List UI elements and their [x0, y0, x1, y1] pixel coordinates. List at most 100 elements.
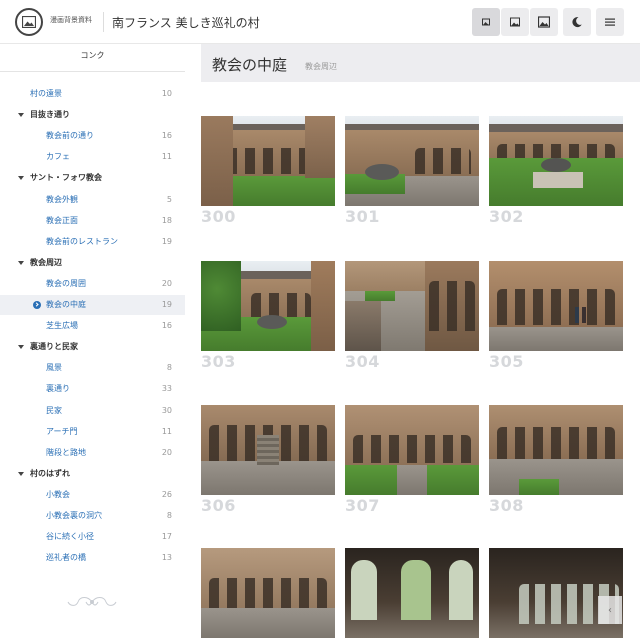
site-name[interactable]: 漫画背景資料	[50, 15, 92, 25]
sidebar-item[interactable]: 民家 30	[0, 401, 185, 421]
photo-number: 303	[201, 352, 236, 371]
sidebar-item-label: 小教会裏の洞穴	[46, 511, 102, 520]
current-chevron-icon	[33, 301, 41, 309]
sidebar-item-count: 30	[161, 405, 172, 415]
photo-thumbnail[interactable]	[345, 548, 479, 638]
page-breadcrumb[interactable]: 教会周辺	[305, 61, 337, 72]
header: 漫画背景資料 南フランス 美しき巡礼の村	[0, 0, 640, 44]
chevron-left-icon: ‹	[608, 604, 612, 616]
sidebar-item-label: 民家	[46, 405, 62, 415]
photo-number: 302	[489, 207, 524, 226]
moon-icon	[572, 17, 582, 28]
sidebar-group[interactable]: 裏通りと民家	[0, 337, 185, 357]
photo-number: 307	[345, 496, 380, 515]
sidebar-item[interactable]: 教会の中庭 19	[0, 295, 185, 315]
sidebar-item-label: 風景	[46, 363, 62, 373]
sidebar-item-count: 8	[166, 511, 172, 520]
thumbnail-small-button[interactable]	[472, 8, 500, 36]
photo-thumbnail[interactable]	[201, 548, 335, 638]
photo-thumbnail[interactable]	[345, 116, 479, 206]
sidebar-item-label: 村のはずれ	[30, 468, 70, 478]
sidebar-item-label: 巡礼者の橋	[46, 553, 86, 563]
sidebar-item[interactable]: 芝生広場 16	[0, 316, 185, 336]
caret-down-icon[interactable]	[18, 471, 24, 476]
photo-thumbnail[interactable]	[345, 261, 479, 351]
sidebar-item-label: 芝生広場	[46, 321, 78, 331]
photo-thumbnail[interactable]	[489, 261, 623, 351]
sidebar-item[interactable]: 谷に続く小径 17	[0, 527, 185, 547]
sidebar-item-count: 16	[161, 131, 172, 141]
menu-button[interactable]	[596, 8, 624, 36]
caret-down-icon[interactable]	[18, 176, 24, 181]
sidebar-item[interactable]: アーチ門 11	[0, 422, 185, 442]
sidebar-group[interactable]: 目抜き通り	[0, 105, 185, 125]
sidebar-heading[interactable]: コンク	[0, 44, 185, 72]
page-title: 教会の中庭	[212, 56, 288, 74]
sidebar-item-count: 20	[161, 278, 172, 288]
sidebar-item-count: 18	[161, 215, 172, 225]
sidebar-item-label: 教会外観	[46, 194, 78, 204]
sidebar-item[interactable]: 小教会 26	[0, 485, 185, 505]
photo-thumbnail[interactable]	[201, 405, 335, 495]
sidebar-item-label: 教会の中庭	[46, 300, 86, 309]
photo-number: 305	[489, 352, 524, 371]
photo-thumbnail[interactable]	[201, 261, 335, 351]
sidebar-item-count: 11	[161, 426, 172, 436]
sidebar-item-count: 33	[161, 384, 172, 394]
sidebar-item[interactable]: 階段と路地 20	[0, 443, 185, 463]
sidebar-item-count: 20	[161, 447, 172, 457]
sidebar: コンク 村の遠景 10 目抜き通り 教会前の通り 16 カフェ 11 サント・フォワ教会 教会外…	[0, 44, 185, 640]
sidebar-item[interactable]: カフェ 11	[0, 147, 185, 167]
sidebar-item-count: 11	[161, 152, 172, 162]
sidebar-item-label: 裏通り	[46, 384, 70, 394]
image-icon	[22, 16, 36, 28]
image-medium-icon	[510, 17, 520, 27]
header-divider	[103, 12, 104, 32]
sidebar-item[interactable]: 教会の周囲 20	[0, 274, 185, 294]
sidebar-item-label: 教会前の通り	[46, 131, 94, 141]
photo-thumbnail[interactable]	[489, 116, 623, 206]
sidebar-item[interactable]: 風景 8	[0, 358, 185, 378]
photo-thumbnail[interactable]	[201, 116, 335, 206]
photo-thumbnail[interactable]	[345, 405, 479, 495]
sidebar-group[interactable]: 村のはずれ	[0, 464, 185, 484]
sidebar-item-label: 裏通りと民家	[30, 342, 78, 352]
sidebar-item-label: 村の遠景	[30, 89, 62, 98]
sidebar-item[interactable]: 教会外観 5	[0, 190, 185, 210]
photo-number: 304	[345, 352, 380, 371]
photo-number: 306	[201, 496, 236, 515]
dark-mode-button[interactable]	[563, 8, 591, 36]
sidebar-item[interactable]: 教会前のレストラン 19	[0, 232, 185, 252]
scroll-left-button[interactable]: ‹	[598, 596, 622, 624]
caret-down-icon[interactable]	[18, 113, 24, 118]
sidebar-item[interactable]: 村の遠景 10	[0, 84, 185, 104]
sidebar-group[interactable]: 教会周辺	[0, 253, 185, 273]
sidebar-item-label: 教会周辺	[30, 257, 62, 267]
thumbnail-medium-button[interactable]	[501, 8, 529, 36]
photo-number: 308	[489, 496, 524, 515]
caret-down-icon[interactable]	[18, 345, 24, 350]
sidebar-item-count: 19	[161, 300, 172, 309]
sidebar-item-count: 10	[161, 89, 172, 98]
page-title-bar: 教会の中庭 教会周辺	[201, 44, 640, 82]
sidebar-item[interactable]: 裏通り 33	[0, 379, 185, 399]
sidebar-item-count: 17	[161, 532, 172, 542]
sidebar-item[interactable]: 教会正面 18	[0, 211, 185, 231]
site-logo-icon[interactable]	[15, 8, 43, 36]
photo-number: 300	[201, 207, 236, 226]
sidebar-group[interactable]: サント・フォワ教会	[0, 168, 185, 188]
sidebar-item[interactable]: 小教会裏の洞穴 8	[0, 506, 185, 526]
thumbnail-large-button[interactable]	[530, 8, 558, 36]
image-small-icon	[482, 18, 490, 26]
sidebar-item-label: アーチ門	[46, 426, 78, 436]
ornament-icon	[67, 597, 117, 606]
photo-thumbnail[interactable]	[489, 405, 623, 495]
photo-thumbnail[interactable]	[489, 548, 623, 638]
site-title[interactable]: 南フランス 美しき巡礼の村	[112, 14, 260, 31]
sidebar-item[interactable]: 巡礼者の橋 13	[0, 548, 185, 568]
sidebar-item[interactable]: 教会前の通り 16	[0, 126, 185, 146]
image-large-icon	[538, 16, 550, 28]
sidebar-item-label: 教会の周囲	[46, 278, 86, 288]
caret-down-icon[interactable]	[18, 260, 24, 265]
photo-number: 301	[345, 207, 380, 226]
